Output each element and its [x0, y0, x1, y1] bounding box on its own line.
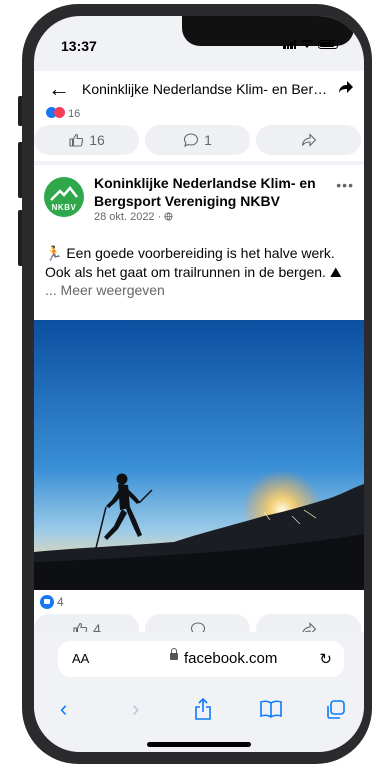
app-header: ← Koninklijke Nederlandse Klim- en Berg.…: [34, 71, 364, 107]
bookmarks-icon[interactable]: [260, 700, 282, 718]
action-row: 16 1: [34, 125, 364, 155]
post-date: 28 okt. 2022 ·: [94, 211, 162, 223]
globe-icon: [164, 212, 173, 221]
reaction-summary[interactable]: 4: [40, 595, 64, 609]
page-title: Koninklijke Nederlandse Klim- en Berg...: [82, 81, 330, 97]
browser-nav: ‹ ›: [34, 696, 364, 724]
signal-icon: [283, 39, 296, 49]
status-time: 13:37: [61, 38, 97, 54]
reader-settings-button[interactable]: AA: [72, 651, 89, 666]
share-sheet-icon[interactable]: [194, 698, 212, 720]
battery-icon: [318, 39, 338, 49]
safari-toolbar: AA facebook.com ↻ ‹ ›: [34, 632, 364, 752]
love-reaction-icon: [54, 107, 65, 118]
url-text[interactable]: facebook.com: [184, 650, 277, 667]
share-icon: [301, 133, 316, 147]
reaction-summary: 16: [46, 107, 80, 120]
address-bar[interactable]: AA facebook.com ↻: [58, 641, 344, 677]
back-arrow-icon[interactable]: ←: [48, 76, 70, 102]
see-more-link[interactable]: ... Meer weergeven: [45, 282, 165, 298]
comment-button[interactable]: 1: [145, 125, 250, 155]
reaction-count: 16: [68, 108, 81, 120]
thumbs-up-icon: [69, 133, 84, 147]
tabs-icon[interactable]: [326, 700, 346, 720]
like-button[interactable]: 16: [34, 125, 139, 155]
avatar-label: NKBV: [51, 203, 77, 212]
status-icons: [283, 39, 338, 49]
avatar[interactable]: NKBV: [44, 177, 84, 217]
forward-chevron-icon[interactable]: ›: [132, 696, 139, 722]
share-button[interactable]: [256, 125, 361, 155]
comment-icon: [184, 133, 199, 147]
wifi-icon: [301, 39, 313, 48]
phone-screen: 13:37 ← Koninklijke Nederlandse Klim- en…: [34, 16, 364, 752]
post-text: 🏃 Een goede voorbereiding is het halve w…: [45, 245, 342, 280]
previous-post-footer: 16 16 1: [34, 107, 364, 161]
reload-icon[interactable]: ↻: [319, 650, 332, 668]
lock-icon: [170, 648, 178, 660]
share-arrow-icon[interactable]: [338, 79, 354, 95]
reaction-count: 4: [57, 595, 64, 609]
home-indicator: [147, 742, 251, 747]
mountain-logo-icon: [50, 186, 78, 201]
comment-count: 1: [204, 132, 212, 148]
post-photo[interactable]: [34, 320, 364, 590]
page-name-link[interactable]: Koninklijke Nederlandse Klim- en Bergspo…: [94, 174, 334, 210]
back-chevron-icon[interactable]: ‹: [60, 696, 67, 722]
more-options-icon[interactable]: •••: [336, 177, 354, 193]
post-timestamp[interactable]: 28 okt. 2022 ·: [94, 211, 173, 223]
post-card: NKBV Koninklijke Nederlandse Klim- en Be…: [34, 165, 364, 685]
like-reaction-icon: [40, 595, 54, 609]
like-count: 16: [89, 132, 105, 148]
